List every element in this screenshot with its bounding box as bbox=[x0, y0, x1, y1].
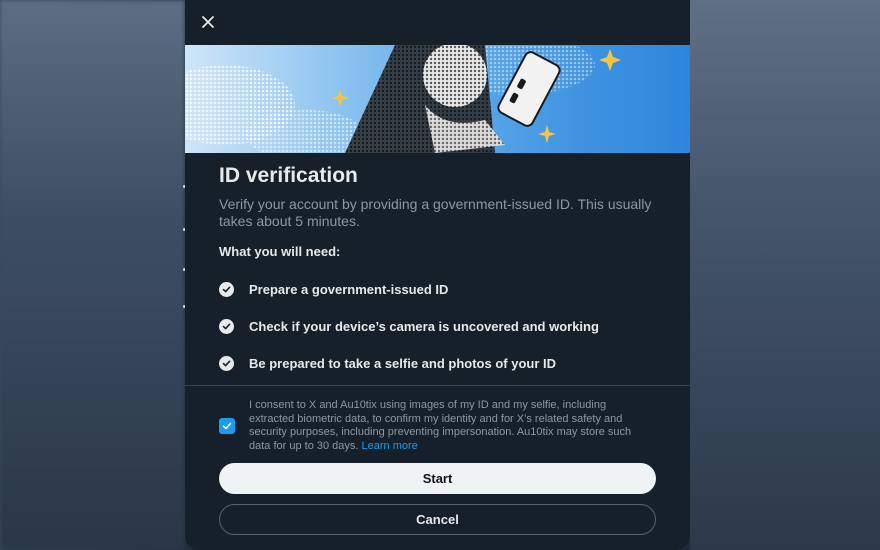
cancel-button[interactable]: Cancel bbox=[219, 504, 656, 535]
check-circle-icon bbox=[219, 355, 234, 371]
learn-more-link[interactable]: Learn more bbox=[362, 440, 418, 452]
consent-statement: I consent to X and Au10tix using images … bbox=[249, 399, 632, 452]
start-button[interactable]: Start bbox=[219, 463, 656, 494]
requirement-label: Prepare a government-issued ID bbox=[249, 281, 449, 297]
id-verification-dialog: ID verification Verify your account by p… bbox=[185, 0, 690, 550]
requirement-label: Check if your device’s camera is uncover… bbox=[249, 318, 599, 334]
background-overlay-left bbox=[0, 0, 185, 550]
requirement-item: Be prepared to take a selfie and photos … bbox=[219, 353, 556, 373]
requirement-label: Be prepared to take a selfie and photos … bbox=[249, 355, 557, 371]
consent-text: I consent to X and Au10tix using images … bbox=[249, 399, 654, 453]
check-circle-icon bbox=[219, 318, 234, 334]
requirement-item: Prepare a government-issued ID bbox=[219, 279, 448, 299]
background-overlay-right bbox=[690, 0, 880, 550]
dialog-header bbox=[185, 0, 690, 45]
hero-illustration bbox=[185, 45, 690, 153]
close-icon bbox=[202, 16, 214, 28]
check-circle-icon bbox=[219, 281, 234, 297]
requirement-item: Check if your device’s camera is uncover… bbox=[219, 316, 599, 336]
close-button[interactable] bbox=[195, 9, 221, 35]
requirements-heading: What you will need: bbox=[219, 244, 341, 259]
dialog-title: ID verification bbox=[219, 164, 358, 187]
checkbox-checked-icon bbox=[222, 422, 232, 430]
consent-checkbox[interactable] bbox=[219, 418, 235, 434]
dialog-subtitle: Verify your account by providing a gover… bbox=[219, 196, 652, 229]
section-divider bbox=[185, 385, 690, 386]
